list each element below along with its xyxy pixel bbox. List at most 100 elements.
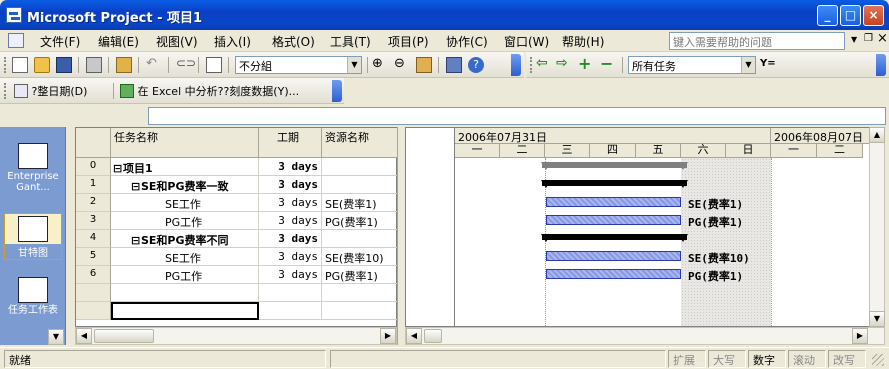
task-bar[interactable] — [546, 197, 681, 207]
view-gantt-chart[interactable]: 甘特图 — [4, 213, 62, 260]
scroll-thumb[interactable] — [424, 329, 442, 343]
menu-insert[interactable]: 插入(I) — [214, 33, 251, 50]
table-row-duration[interactable]: 3 days — [259, 266, 322, 284]
toolbar-options-button[interactable] — [511, 54, 521, 76]
empty-cell[interactable] — [259, 302, 322, 320]
row-id[interactable]: 0 — [76, 158, 111, 176]
active-cell[interactable] — [111, 302, 259, 320]
show-subtasks-icon[interactable]: + — [578, 54, 594, 73]
pane-splitter[interactable] — [397, 127, 405, 345]
collapse-icon[interactable]: ⊟ — [131, 180, 141, 193]
toolbar-grip[interactable] — [4, 57, 7, 73]
table-row-duration[interactable]: 3 days — [259, 158, 322, 176]
table-row-duration[interactable]: 3 days — [259, 194, 322, 212]
group-by-select[interactable]: 不分組 ▼ — [235, 56, 362, 74]
table-row-name[interactable]: SE工作 — [111, 248, 259, 266]
collapse-icon[interactable]: ⊟ — [131, 234, 141, 247]
scroll-up-button[interactable]: ▲ — [869, 127, 885, 143]
task-bar[interactable] — [546, 269, 681, 279]
table-row-name[interactable]: ⊟SE和PG费率一致 — [111, 176, 259, 194]
table-row-duration[interactable]: 3 days — [259, 212, 322, 230]
document-icon[interactable] — [8, 33, 24, 48]
scroll-thumb[interactable] — [94, 329, 154, 343]
row-id[interactable] — [76, 302, 111, 320]
vertical-scrollbar[interactable]: ▲ ▼ — [869, 127, 885, 327]
grid-corner[interactable] — [76, 128, 111, 158]
table-row-resource[interactable] — [322, 158, 398, 176]
row-id[interactable]: 2 — [76, 194, 111, 212]
goto-task-icon[interactable] — [416, 57, 432, 73]
menu-view[interactable]: 视图(V) — [156, 33, 198, 50]
entry-input[interactable] — [148, 107, 886, 125]
adjust-dates-button[interactable]: ?整日期(D) — [12, 82, 89, 100]
row-id[interactable]: 1 — [76, 176, 111, 194]
scroll-left-button[interactable]: ◀ — [76, 328, 92, 344]
empty-cell[interactable] — [322, 302, 398, 320]
chevron-down-icon[interactable]: ▼ — [741, 57, 755, 73]
table-row-name[interactable]: PG工作 — [111, 266, 259, 284]
row-id[interactable]: 5 — [76, 248, 111, 266]
menu-collaborate[interactable]: 协作(C) — [446, 33, 488, 50]
undo-icon[interactable]: ↶ — [146, 56, 162, 72]
table-row-duration[interactable]: 3 days — [259, 230, 322, 248]
table-row-name[interactable]: ⊟SE和PG费率不同 — [111, 230, 259, 248]
indent-right-icon[interactable]: ⇨ — [556, 55, 572, 71]
task-bar[interactable] — [546, 215, 681, 225]
scroll-down-button[interactable]: ▼ — [869, 311, 885, 327]
task-info-icon[interactable] — [206, 57, 222, 73]
row-id[interactable]: 6 — [76, 266, 111, 284]
row-id[interactable]: 3 — [76, 212, 111, 230]
open-folder-icon[interactable] — [34, 57, 50, 73]
autofilter-icon[interactable]: Y= — [760, 58, 776, 69]
row-id[interactable]: 4 — [76, 230, 111, 248]
summary-bar[interactable] — [541, 180, 688, 188]
help-dropdown-icon[interactable]: ▼ — [851, 35, 857, 44]
menu-help[interactable]: 帮助(H) — [562, 33, 604, 50]
column-header-resource[interactable]: 资源名称 — [322, 128, 398, 158]
hide-subtasks-icon[interactable]: − — [600, 54, 616, 73]
help-search-input[interactable]: 键入需要帮助的问题 — [669, 32, 845, 50]
task-bar[interactable] — [546, 251, 681, 261]
table-row-resource[interactable] — [322, 176, 398, 194]
toolbar-options-button[interactable] — [876, 54, 886, 76]
menu-tools[interactable]: 工具(T) — [330, 33, 371, 50]
menu-format[interactable]: 格式(O) — [272, 33, 315, 50]
view-enterprise-gantt[interactable]: Enterprise Gant... — [4, 143, 62, 193]
table-row-resource[interactable]: PG(费率1) — [322, 212, 398, 230]
table-row-resource[interactable] — [322, 230, 398, 248]
table-row-name[interactable]: ⊟项目1 — [111, 158, 259, 176]
scroll-right-button[interactable]: ▶ — [852, 328, 868, 344]
zoom-in-icon[interactable]: ⊕ — [372, 56, 388, 72]
toolbar-grip[interactable] — [4, 83, 7, 99]
gantt-horizontal-scrollbar[interactable]: ◀ ▶ — [405, 327, 885, 345]
new-file-icon[interactable] — [12, 57, 28, 73]
maximize-button[interactable]: □ — [840, 5, 861, 26]
menu-window[interactable]: 窗口(W) — [504, 33, 549, 50]
menu-file[interactable]: 文件(F) — [40, 33, 80, 50]
table-row-resource[interactable]: PG(费率1) — [322, 266, 398, 284]
scroll-right-button[interactable]: ▶ — [380, 328, 396, 344]
summary-bar[interactable] — [541, 234, 688, 242]
paste-icon[interactable] — [116, 57, 132, 73]
copy-picture-icon[interactable] — [446, 57, 462, 73]
table-row-resource[interactable]: SE(费率1) — [322, 194, 398, 212]
empty-cell[interactable] — [111, 284, 259, 302]
grid-horizontal-scrollbar[interactable]: ◀ ▶ — [75, 327, 397, 345]
chevron-down-icon[interactable]: ▼ — [347, 57, 361, 73]
close-button[interactable]: × — [863, 5, 884, 26]
menu-edit[interactable]: 编辑(E) — [98, 33, 139, 50]
table-row-name[interactable]: SE工作 — [111, 194, 259, 212]
table-row-duration[interactable]: 3 days — [259, 248, 322, 266]
viewbar-scroll-down-button[interactable]: ▼ — [48, 329, 64, 345]
link-tasks-icon[interactable]: ⊂⊃ — [176, 56, 196, 72]
view-task-sheet[interactable]: 任务工作表 — [4, 277, 62, 317]
print-icon[interactable] — [86, 57, 102, 73]
table-row-name[interactable]: PG工作 — [111, 212, 259, 230]
toolbar-grip[interactable] — [530, 57, 533, 73]
row-id[interactable] — [76, 284, 111, 302]
close-doc-icon[interactable]: × — [877, 31, 888, 46]
filter-select[interactable]: 所有任务 ▼ — [628, 56, 756, 74]
help-icon[interactable]: ? — [468, 57, 484, 73]
project-summary-bar[interactable] — [541, 162, 688, 170]
analyze-excel-button[interactable]: 在 Excel 中分析??刻度数据(Y)... — [118, 82, 301, 100]
